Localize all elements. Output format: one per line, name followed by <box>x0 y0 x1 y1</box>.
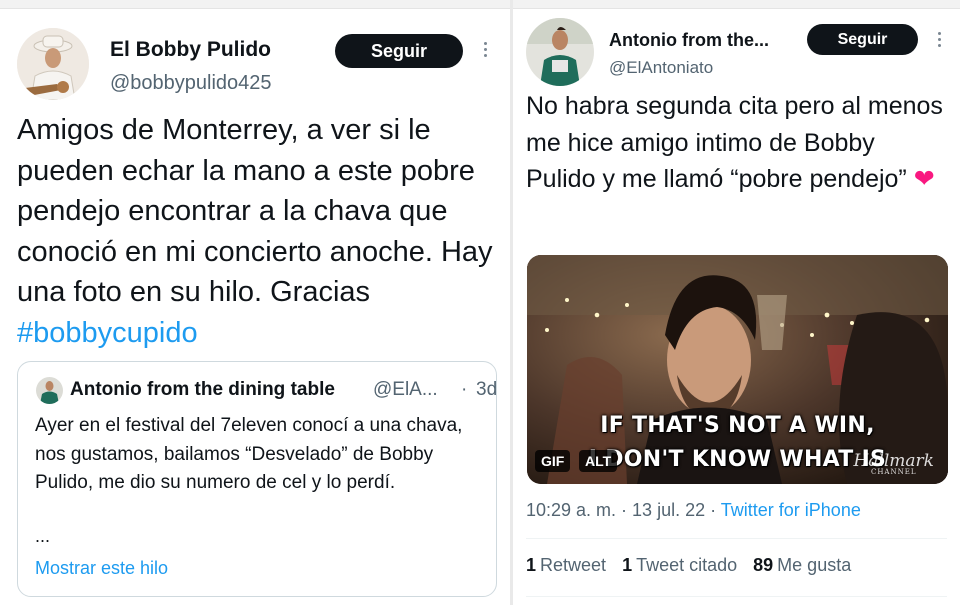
author-handle[interactable]: @bobbypulido425 <box>110 72 272 95</box>
quote-ellipsis: ... <box>35 526 51 546</box>
gif-caption-line-1: IF THAT'S NOT A WIN, <box>600 413 875 438</box>
divider <box>526 538 947 539</box>
divider <box>526 596 947 597</box>
author-name[interactable]: El Bobby Pulido <box>110 38 271 62</box>
follow-button[interactable]: Seguir <box>807 24 918 55</box>
quote-author-handle: @ElA... <box>373 379 438 400</box>
author-name[interactable]: Antonio from the... <box>609 30 769 51</box>
tweet-body: Amigos de Monterrey, a ver si le pueden … <box>17 114 493 308</box>
author-handle[interactable]: @ElAntoniato <box>609 58 713 78</box>
retweets-stat[interactable]: 1 Retweet <box>526 555 606 576</box>
quote-tweets-stat[interactable]: 1 Tweet citado <box>622 555 737 576</box>
quote-separator: · <box>461 379 468 400</box>
likes-stat[interactable]: 89 Me gusta <box>753 555 851 576</box>
hallmark-watermark-logo: Hallmark CHANNEL <box>853 451 934 476</box>
tweet-stats: 1 Retweet 1 Tweet citado 89 Me gusta <box>526 555 851 576</box>
more-options-icon[interactable] <box>934 32 944 47</box>
tweet-timestamp[interactable]: 10:29 a. m. · 13 jul. 22 · <box>526 500 721 520</box>
retweets-count: 1 <box>526 555 537 575</box>
quote-avatar <box>36 377 63 404</box>
tweet-text: Amigos de Monterrey, a ver si le pueden … <box>17 110 502 353</box>
likes-count: 89 <box>753 555 774 575</box>
quotes-label: Tweet citado <box>636 555 738 575</box>
quotes-count: 1 <box>622 555 633 575</box>
hashtag-link[interactable]: #bobbycupido <box>17 317 198 349</box>
author-avatar[interactable] <box>17 28 89 100</box>
gif-media[interactable]: IF THAT'S NOT A WIN, I DON'T KNOW WHAT I… <box>527 255 948 484</box>
quote-author-name: Antonio from the dining table <box>70 379 335 400</box>
tweet-source-link[interactable]: Twitter for iPhone <box>721 500 861 520</box>
tweet-metadata: 10:29 a. m. · 13 jul. 22 · Twitter for i… <box>526 500 861 521</box>
alt-text-badge[interactable]: ALT <box>579 450 618 472</box>
quote-text: Ayer en el festival del 7eleven conocí a… <box>35 415 463 493</box>
heart-emoji-icon: ❤ <box>913 165 935 193</box>
author-avatar[interactable] <box>526 18 594 86</box>
follow-button[interactable]: Seguir <box>335 34 463 68</box>
tweet-text: No habra segunda cita pero al menos me h… <box>526 88 951 198</box>
tweet-body: No habra segunda cita pero al menos me h… <box>526 92 943 193</box>
retweets-label: Retweet <box>540 555 607 575</box>
quote-time: 3d <box>476 379 498 400</box>
more-options-icon[interactable] <box>480 42 490 57</box>
quoted-tweet[interactable]: Antonio from the dining table @ElA... · … <box>17 361 497 597</box>
left-tweet: El Bobby Pulido @bobbypulido425 Seguir A… <box>0 0 510 605</box>
show-thread-link[interactable]: Mostrar este hilo <box>35 558 168 579</box>
right-tweet: Antonio from the... @ElAntoniato Seguir … <box>513 0 960 605</box>
gif-badge: GIF <box>535 450 571 472</box>
likes-label: Me gusta <box>777 555 852 575</box>
